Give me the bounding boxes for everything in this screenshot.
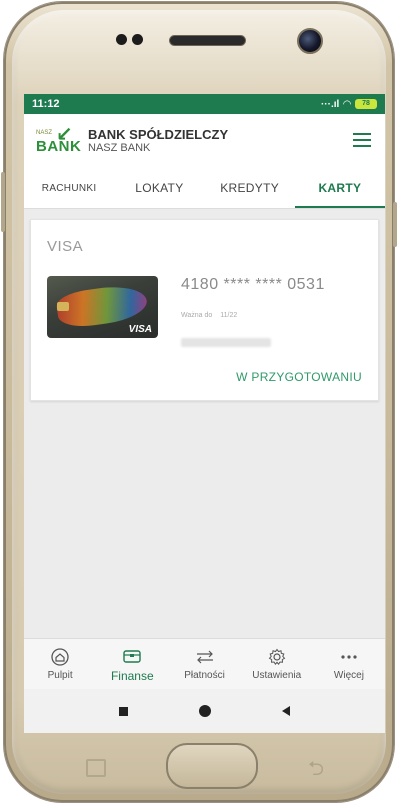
card-chip-icon (57, 302, 69, 311)
power-button (393, 202, 397, 247)
gear-icon (268, 647, 286, 667)
tab-karty[interactable]: KARTY (294, 168, 385, 208)
bank-name: BANK SPÓŁDZIELCZY NASZ BANK (88, 126, 229, 155)
nav-ustawienia-label: Ustawienia (252, 670, 302, 681)
sensor-dots (116, 34, 143, 45)
card-validity-label: Ważna do (181, 312, 213, 319)
recent-apps-icon[interactable] (119, 706, 129, 716)
tab-lokaty[interactable]: LOKATY (114, 168, 204, 208)
phone-screen: 11:12 ···.ıl ◠ 78 NASZ ↙ BANK BANK SPÓŁD… (24, 94, 385, 733)
hardware-recent-icon[interactable] (86, 759, 106, 777)
card-image: VISA (47, 276, 158, 338)
card-item[interactable]: VISA VISA 4180 **** **** 0531 Ważna do 11… (30, 219, 379, 401)
bank-logo: NASZ ↙ BANK (36, 124, 82, 155)
transfer-icon (195, 647, 215, 667)
battery-icon: 78 (355, 99, 377, 109)
front-camera (297, 28, 323, 54)
card-brand-logo: VISA (128, 324, 152, 335)
bottom-navigation: Pulpit Finanse Płatności Ustawienia Więc… (24, 638, 385, 689)
bank-name-line1: BANK SPÓŁDZIELCZY (88, 126, 229, 142)
status-icons: ···.ıl ◠ 78 (321, 99, 377, 110)
back-icon[interactable] (281, 706, 290, 716)
nav-finanse-label: Finanse (110, 668, 154, 683)
nav-platnosci[interactable]: Płatności (168, 639, 240, 689)
nav-pulpit-label: Pulpit (47, 670, 73, 681)
wallet-icon (122, 646, 142, 666)
hardware-back-icon[interactable]: ⮌ (308, 754, 324, 788)
status-time: 11:12 (32, 98, 60, 110)
bank-name-line2: NASZ BANK (88, 142, 151, 155)
nav-wiecej-label: Więcej (333, 670, 364, 681)
volume-button (1, 172, 5, 232)
nav-pulpit[interactable]: Pulpit (24, 639, 96, 689)
card-number: 4180 **** **** 0531 (181, 276, 325, 293)
card-validity: Ważna do 11/22 (181, 312, 237, 319)
status-bar: 11:12 ···.ıl ◠ 78 (24, 94, 385, 114)
card-holder-redacted (181, 338, 271, 347)
hardware-home-button[interactable] (166, 743, 258, 789)
card-art (54, 281, 150, 331)
main-content: VISA VISA 4180 **** **** 0531 Ważna do 11… (24, 209, 385, 411)
app-header: NASZ ↙ BANK BANK SPÓŁDZIELCZY NASZ BANK (24, 114, 385, 168)
hamburger-menu-icon[interactable] (353, 133, 371, 151)
more-icon (340, 647, 358, 667)
nav-finanse[interactable]: Finanse (96, 639, 168, 689)
tab-rachunki[interactable]: RACHUNKI (24, 168, 114, 208)
signal-icon: ···.ıl (320, 98, 340, 110)
tab-kredyty[interactable]: KREDYTY (205, 168, 295, 208)
card-validity-value: 11/22 (220, 312, 238, 319)
nav-platnosci-label: Płatności (184, 670, 225, 681)
home-button-icon[interactable] (198, 705, 211, 717)
earpiece-speaker (169, 35, 246, 46)
card-status: W PRZYGOTOWANIU (236, 370, 362, 384)
card-type-label: VISA (47, 238, 84, 255)
tab-bar: RACHUNKI LOKATY KREDYTY KARTY (24, 168, 385, 209)
wifi-icon: ◠ (343, 98, 351, 110)
nav-wiecej[interactable]: Więcej (313, 639, 385, 689)
android-nav-bar (24, 689, 385, 733)
nav-ustawienia[interactable]: Ustawienia (241, 639, 313, 689)
home-icon (51, 647, 69, 667)
